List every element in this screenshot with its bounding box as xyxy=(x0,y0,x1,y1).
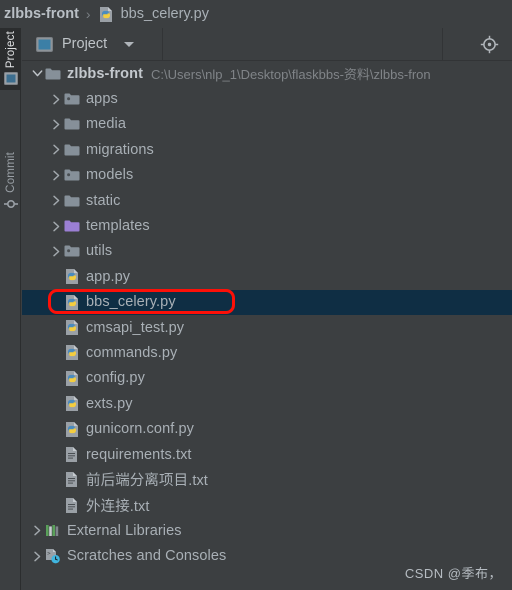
text-file-icon xyxy=(63,446,80,463)
folder-module-icon xyxy=(44,67,61,81)
breadcrumb-separator: › xyxy=(85,6,91,22)
tree-item-label: 前后端分离项目.txt xyxy=(86,473,208,490)
text-file-icon xyxy=(63,471,80,488)
toolbar-divider-2 xyxy=(442,28,443,61)
breadcrumb-file-label: bbs_celery.py xyxy=(120,6,209,22)
tree-row[interactable]: gunicorn.conf.py xyxy=(22,416,512,441)
tree-row[interactable]: app.py xyxy=(22,264,512,289)
tree-row[interactable]: migrations xyxy=(22,137,512,162)
tree-row[interactable]: requirements.txt xyxy=(22,442,512,467)
sidebar-item-project[interactable]: Project xyxy=(0,28,21,91)
chevron-right-icon[interactable] xyxy=(49,246,63,257)
project-panel-icon xyxy=(3,72,18,86)
folder-package-icon xyxy=(63,244,80,258)
rail-label-project: Project xyxy=(4,31,17,69)
tree-item-label: models xyxy=(86,167,134,184)
chevron-down-icon[interactable] xyxy=(30,69,44,78)
chevron-down-icon[interactable] xyxy=(124,41,135,47)
chevron-right-icon[interactable] xyxy=(30,525,44,536)
tree-row[interactable]: exts.py xyxy=(22,391,512,416)
tool-window-rail: Project Commit xyxy=(0,28,21,590)
tree-item-label: utils xyxy=(86,243,113,260)
tree-item-path: C:\Users\nlp_1\Desktop\flaskbbs-资料\zlbbs… xyxy=(151,67,431,83)
tree-item-label: External Libraries xyxy=(67,522,182,539)
tree-row[interactable]: bbs_celery.py xyxy=(22,289,512,315)
python-file-icon xyxy=(63,344,80,361)
tree-row[interactable]: commands.py xyxy=(22,340,512,365)
watermark: CSDN @季布， xyxy=(404,566,502,581)
commit-icon xyxy=(3,197,18,211)
python-file-icon xyxy=(63,395,80,412)
pycharm-project-window: zlbbs-front › bbs_celery.py Project Comm… xyxy=(0,0,512,590)
project-panel-icon xyxy=(36,36,53,52)
python-file-icon xyxy=(63,319,80,336)
tree-row[interactable]: media xyxy=(22,112,512,137)
tree-item-label: exts.py xyxy=(86,395,133,412)
tree-item-label: migrations xyxy=(86,141,154,158)
tree-row[interactable]: static xyxy=(22,188,512,213)
project-tree[interactable]: zlbbs-front C:\Users\nlp_1\Desktop\flaskb… xyxy=(22,61,512,590)
breadcrumb-root-label: zlbbs-front xyxy=(4,6,79,22)
tree-item-label: media xyxy=(86,116,126,133)
tree-item-label: config.py xyxy=(86,370,145,387)
folder-icon xyxy=(63,117,80,131)
tree-row[interactable]: models xyxy=(22,163,512,188)
folder-package-icon xyxy=(63,168,80,182)
sidebar-item-commit[interactable]: Commit xyxy=(0,149,21,216)
text-file-icon xyxy=(63,497,80,514)
tree-item-label: bbs_celery.py xyxy=(86,294,176,311)
chevron-right-icon[interactable] xyxy=(49,221,63,232)
tree-item-label: requirements.txt xyxy=(86,446,192,463)
tree-row[interactable]: templates xyxy=(22,213,512,238)
tree-item-label: app.py xyxy=(86,268,131,285)
python-file-icon xyxy=(63,421,80,438)
folder-templates-icon xyxy=(63,219,80,233)
tree-row[interactable]: zlbbs-front C:\Users\nlp_1\Desktop\flaskb… xyxy=(22,61,512,86)
rail-label-commit: Commit xyxy=(4,152,17,193)
tree-item-label: templates xyxy=(86,218,150,235)
python-file-icon xyxy=(63,268,80,285)
tree-row[interactable]: External Libraries xyxy=(22,518,512,543)
tree-item-label: zlbbs-front xyxy=(67,65,144,82)
external-libraries-icon xyxy=(44,523,61,538)
tree-row[interactable]: 前后端分离项目.txt xyxy=(22,467,512,492)
chevron-right-icon[interactable] xyxy=(30,551,44,562)
breadcrumb-file[interactable]: bbs_celery.py xyxy=(98,6,209,23)
folder-package-icon xyxy=(63,92,80,106)
tree-item-label: static xyxy=(86,192,121,209)
folder-icon xyxy=(63,194,80,208)
tree-item-label: Scratches and Consoles xyxy=(67,548,227,565)
breadcrumb-root[interactable]: zlbbs-front xyxy=(4,6,79,22)
project-panel-title-group[interactable]: Project xyxy=(36,36,135,52)
tree-row[interactable]: 外连接.txt xyxy=(22,493,512,518)
tree-item-label: commands.py xyxy=(86,344,178,361)
scratches-icon: > xyxy=(44,548,61,564)
project-panel-toolbar: Project xyxy=(22,28,512,61)
tree-row[interactable]: apps xyxy=(22,86,512,111)
chevron-right-icon[interactable] xyxy=(49,170,63,181)
chevron-right-icon[interactable] xyxy=(49,119,63,130)
chevron-right-icon[interactable] xyxy=(49,144,63,155)
tree-row[interactable]: cmsapi_test.py xyxy=(22,315,512,340)
tree-row[interactable]: utils xyxy=(22,239,512,264)
tree-item-label: 外连接.txt xyxy=(86,498,150,515)
python-file-icon xyxy=(63,370,80,387)
toolbar-divider-1 xyxy=(162,28,163,61)
chevron-right-icon[interactable] xyxy=(49,195,63,206)
folder-icon xyxy=(63,143,80,157)
breadcrumb: zlbbs-front › bbs_celery.py xyxy=(0,0,512,28)
chevron-right-icon[interactable] xyxy=(49,94,63,105)
tree-item-label: gunicorn.conf.py xyxy=(86,421,194,438)
tree-row[interactable]: config.py xyxy=(22,366,512,391)
panel-title: Project xyxy=(62,36,108,52)
python-file-icon xyxy=(98,6,114,23)
tree-item-label: cmsapi_test.py xyxy=(86,319,185,336)
tree-item-label: apps xyxy=(86,91,118,108)
select-opened-file-icon[interactable] xyxy=(480,35,499,54)
python-file-icon xyxy=(63,294,80,311)
